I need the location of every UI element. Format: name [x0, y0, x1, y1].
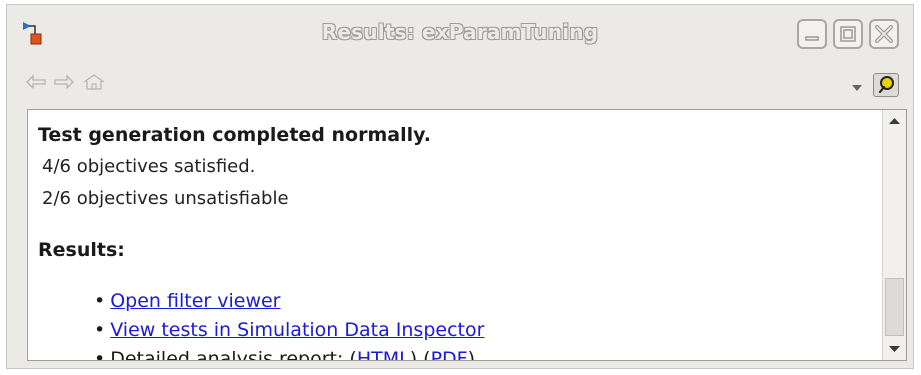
- report-pdf-link[interactable]: PDF: [431, 348, 468, 360]
- list-item: • View tests in Simulation Data Inspector: [94, 319, 484, 341]
- report-separator: ) (: [409, 348, 431, 360]
- close-button[interactable]: [869, 19, 899, 49]
- chevron-down-icon[interactable]: [851, 78, 863, 91]
- results-panel: Test generation completed normally. 4/6 …: [27, 109, 907, 361]
- status-heading: Test generation completed normally.: [38, 124, 431, 146]
- scroll-down-icon: [889, 346, 900, 352]
- list-item: • Detailed analysis report: (HTML) (PDF): [94, 348, 475, 360]
- report-html-link[interactable]: HTML: [357, 348, 410, 360]
- results-window: Results: exParamTuning Test generation c…: [6, 4, 914, 369]
- results-text-area: Test generation completed normally. 4/6 …: [28, 110, 882, 360]
- vertical-scrollbar[interactable]: [882, 110, 906, 360]
- bullet: •: [94, 290, 106, 312]
- report-label: Detailed analysis report: (: [110, 348, 357, 360]
- view-tests-sdi-link[interactable]: View tests in Simulation Data Inspector: [110, 319, 484, 341]
- minimize-button[interactable]: [797, 19, 827, 49]
- scroll-up-button[interactable]: [883, 110, 906, 132]
- report-suffix: ): [467, 348, 476, 360]
- scroll-thumb[interactable]: [885, 278, 904, 336]
- maximize-button[interactable]: [833, 19, 863, 49]
- list-item: • Open filter viewer: [94, 290, 281, 312]
- objectives-unsatisfiable-text: 2/6 objectives unsatisfiable: [42, 188, 289, 209]
- title-bar[interactable]: Results: exParamTuning: [7, 5, 913, 57]
- home-icon[interactable]: [81, 73, 107, 91]
- open-filter-viewer-link[interactable]: Open filter viewer: [110, 290, 280, 312]
- bullet: •: [94, 348, 106, 360]
- dock-button[interactable]: [873, 73, 899, 97]
- results-heading: Results:: [38, 239, 125, 261]
- scroll-down-button[interactable]: [883, 338, 906, 360]
- objectives-satisfied-text: 4/6 objectives satisfied.: [42, 156, 256, 177]
- forward-arrow-icon[interactable]: [53, 73, 75, 91]
- toolbar: [7, 65, 913, 97]
- window-title: Results: exParamTuning: [321, 20, 599, 44]
- maximize-icon: [840, 26, 856, 42]
- minimize-icon: [805, 36, 819, 41]
- dock-icon: [878, 76, 894, 94]
- bullet: •: [94, 319, 106, 341]
- close-icon: [875, 25, 893, 43]
- back-arrow-icon[interactable]: [25, 73, 47, 91]
- scroll-up-icon: [889, 118, 900, 124]
